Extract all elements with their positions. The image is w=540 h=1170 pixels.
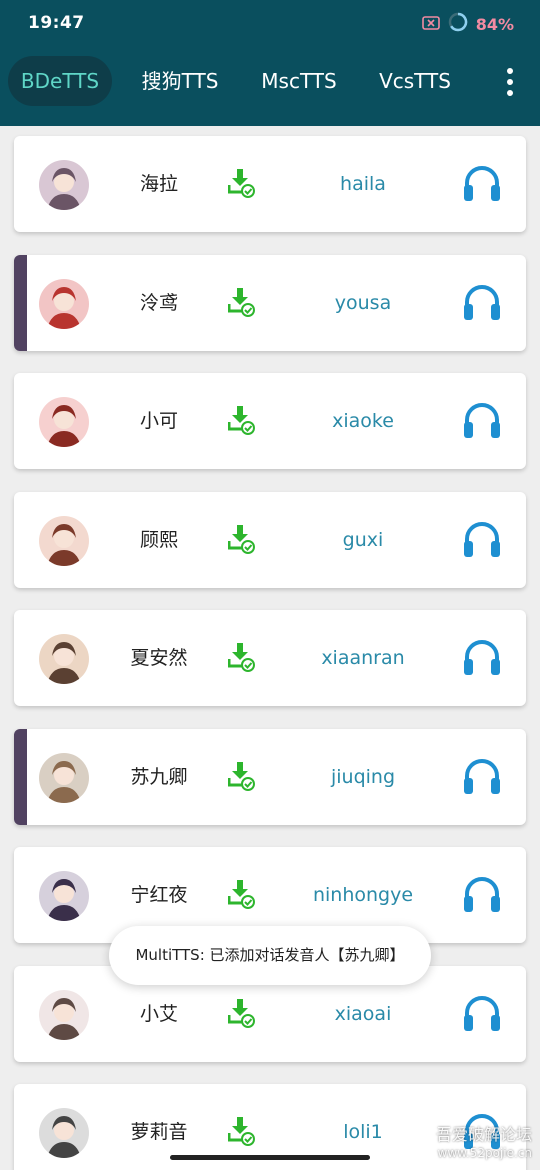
voice-avatar [39, 515, 89, 566]
tab-sogou-tts[interactable]: 搜狗TTS [128, 56, 232, 106]
headphones-icon[interactable] [463, 877, 501, 913]
voice-card[interactable]: 小可 xiaoke [14, 373, 526, 469]
voice-name: 顾熙 [139, 528, 178, 551]
gesture-nav-bar[interactable] [170, 1155, 370, 1160]
status-bar: 19:47 84% [0, 0, 540, 46]
voice-card[interactable]: 夏安然 xiaanran [14, 610, 526, 706]
tab-vcstts[interactable]: VcsTTS [364, 56, 466, 106]
headphones-icon[interactable] [463, 758, 501, 795]
watermark-url: www.52pojie.cn [437, 1146, 532, 1160]
selected-indicator [14, 254, 27, 351]
voice-card[interactable]: 顾熙 guxi [14, 491, 526, 588]
download-icon[interactable] [227, 998, 256, 1028]
voice-name: 小可 [139, 410, 178, 432]
headphones-icon[interactable] [463, 166, 501, 202]
voice-card[interactable]: 苏九卿 jiuqing [14, 728, 526, 825]
headphones-icon[interactable] [463, 521, 501, 558]
voice-avatar [39, 1108, 89, 1158]
voice-name: 海拉 [139, 173, 178, 195]
voice-avatar [39, 989, 89, 1040]
battery-percent: 84% [475, 14, 514, 34]
headphones-icon[interactable] [463, 403, 501, 439]
voice-avatar [39, 397, 89, 447]
voice-id: jiuqing [330, 765, 396, 788]
status-icons: 84% [421, 12, 514, 36]
more-vert-icon[interactable] [500, 68, 520, 96]
headphones-icon[interactable] [463, 640, 501, 676]
voice-id: xiaoke [332, 410, 394, 432]
app-header: 19:47 84% BDeTTS 搜狗TTS MscTTS VcsTTS [0, 0, 540, 126]
download-icon[interactable] [227, 524, 256, 554]
toast-message: MultiTTS: 已添加对话发音人【苏九卿】 [109, 926, 431, 985]
voice-card[interactable]: 泠鸢 yousa [14, 254, 526, 351]
voice-id: xiaanran [321, 647, 405, 669]
voice-avatar [39, 278, 89, 329]
download-icon[interactable] [227, 642, 256, 672]
download-icon[interactable] [227, 879, 256, 909]
download-icon[interactable] [227, 168, 256, 198]
voice-name: 苏九卿 [130, 765, 188, 788]
voice-avatar [39, 634, 89, 684]
voice-id: guxi [342, 528, 384, 551]
download-icon[interactable] [227, 405, 256, 435]
voice-id: haila [340, 173, 386, 195]
voice-id: yousa [334, 291, 392, 314]
voice-name: 夏安然 [130, 647, 188, 669]
selected-indicator [14, 728, 27, 825]
headphones-icon[interactable] [463, 995, 501, 1032]
tab-msctts[interactable]: MscTTS [248, 56, 350, 106]
headphones-icon[interactable] [463, 284, 501, 321]
engine-tabs: BDeTTS 搜狗TTS MscTTS VcsTTS [0, 56, 540, 108]
download-icon[interactable] [227, 287, 256, 317]
download-icon[interactable] [227, 761, 256, 791]
battery-ring-icon [448, 12, 468, 36]
voice-avatar [39, 752, 89, 803]
voice-card[interactable]: 海拉 haila [14, 136, 526, 232]
status-time: 19:47 [28, 13, 85, 33]
voice-avatar [39, 871, 89, 921]
voice-list: 海拉 haila 泠鸢 yousa 小可 xiaoke 顾熙 guxi 夏安然 xiaanran 苏… [0, 126, 540, 1170]
tab-bdetts[interactable]: BDeTTS [8, 56, 112, 106]
battery-saver-icon [421, 15, 440, 34]
watermark-title: 吾爱破解论坛 [435, 1125, 532, 1144]
voice-name: 泠鸢 [139, 291, 178, 314]
watermark: 吾爱破解论坛 www.52pojie.cn [436, 1126, 532, 1162]
download-icon[interactable] [227, 1116, 256, 1146]
voice-avatar [39, 160, 89, 210]
